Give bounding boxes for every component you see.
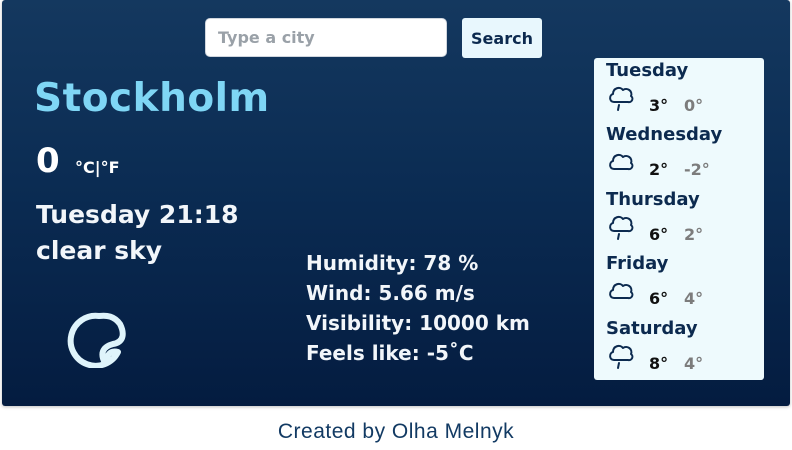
cloud-rain-icon — [609, 86, 634, 111]
forecast-max-temp: 6° — [649, 289, 669, 308]
city-search-input[interactable] — [205, 18, 447, 57]
current-temperature: 0 — [36, 141, 60, 181]
visibility-text: Visibility: 10000 km — [306, 311, 530, 335]
current-datetime: Tuesday 21:18 — [36, 200, 239, 229]
forecast-day-name: Friday — [606, 253, 669, 274]
forecast-day-name: Thursday — [606, 189, 700, 210]
humidity-text: Humidity: 78 % — [306, 251, 479, 275]
forecast-panel: Tuesday 3° 0° Wednesday 2° -2° Thursday … — [594, 58, 764, 380]
feels-like-text: Feels like: -5˚C — [306, 341, 474, 365]
forecast-day: Saturday 8° 4° — [606, 316, 762, 380]
forecast-max-temp: 2° — [649, 160, 669, 179]
forecast-max-temp: 6° — [649, 225, 669, 244]
forecast-min-temp: 0° — [684, 96, 704, 115]
fahrenheit-link[interactable]: °F — [101, 158, 120, 177]
weather-card: Search Stockholm 0 °C|°F Tuesday 21:18 c… — [2, 0, 790, 406]
forecast-min-temp: 4° — [684, 354, 704, 373]
forecast-day: Friday 6° 4° — [606, 251, 762, 315]
unit-switcher: °C|°F — [75, 158, 120, 177]
footer: Created by Olha Melnyk — [0, 420, 792, 444]
cloud-rain-icon — [609, 344, 634, 369]
moon-icon — [67, 312, 126, 368]
cloud-icon — [609, 282, 634, 300]
search-button[interactable]: Search — [462, 18, 542, 58]
city-name: Stockholm — [34, 76, 270, 121]
weather-description: clear sky — [36, 236, 163, 265]
forecast-min-temp: 4° — [684, 289, 704, 308]
wind-text: Wind: 5.66 m/s — [306, 281, 475, 305]
forecast-day: Thursday 6° 2° — [606, 187, 762, 251]
forecast-day-name: Tuesday — [606, 60, 689, 81]
forecast-max-temp: 3° — [649, 96, 669, 115]
forecast-min-temp: 2° — [684, 225, 704, 244]
cloud-icon — [609, 153, 634, 171]
forecast-max-temp: 8° — [649, 354, 669, 373]
forecast-day: Wednesday 2° -2° — [606, 122, 762, 186]
forecast-min-temp: -2° — [684, 160, 710, 179]
forecast-day-name: Saturday — [606, 318, 698, 339]
author-credit-link[interactable]: Created by Olha Melnyk — [278, 420, 514, 443]
cloud-rain-icon — [609, 215, 634, 240]
forecast-day: Tuesday 3° 0° — [606, 58, 762, 122]
weather-details: Humidity: 78 % Wind: 5.66 m/s Visibility… — [306, 248, 530, 368]
forecast-day-name: Wednesday — [606, 124, 723, 145]
celsius-link[interactable]: °C — [75, 158, 95, 177]
